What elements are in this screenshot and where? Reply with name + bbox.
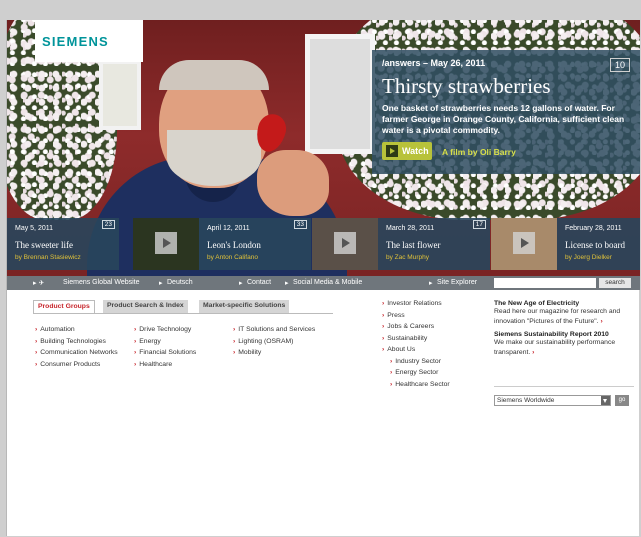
list-item[interactable]: › Energy Sector bbox=[382, 369, 450, 381]
list-item[interactable]: › Energy bbox=[134, 338, 196, 350]
feature-story-panel: /answers – May 26, 2011 10 Thirsty straw… bbox=[372, 50, 640, 174]
siemens-logo[interactable]: SIEMENS bbox=[35, 20, 143, 62]
promo-text: We make our sustainability performance t… bbox=[494, 339, 616, 356]
chevron-down-icon bbox=[601, 396, 610, 405]
search-input[interactable] bbox=[494, 278, 596, 288]
list-item[interactable]: › Press bbox=[382, 312, 450, 324]
list-item[interactable]: › Financial Solutions bbox=[134, 349, 196, 361]
thumb-date: March 28, 2011 bbox=[386, 225, 435, 232]
list-item[interactable]: › Jobs & Careers bbox=[382, 323, 450, 335]
thumb-date: April 12, 2011 bbox=[207, 225, 250, 232]
thumb-image bbox=[491, 218, 557, 270]
promo-heading[interactable]: The New Age of Electricity bbox=[494, 300, 634, 307]
product-column-2: › Drive Technology › Energy › Financial Sol… bbox=[134, 326, 196, 372]
promo-heading[interactable]: Siemens Sustainability Report 2010 bbox=[494, 331, 634, 338]
list-item[interactable]: › Lighting (OSRAM) bbox=[233, 338, 315, 350]
thumb-count: 17 bbox=[472, 220, 486, 229]
hero-banner: SIEMENS /answers – May 26, 2011 10 Thirs… bbox=[7, 20, 640, 276]
chevron-right-icon: ▸ bbox=[239, 280, 243, 287]
product-column-1: › Automation › Building Technologies › Comm… bbox=[35, 326, 118, 372]
play-icon[interactable] bbox=[155, 232, 177, 254]
thumb-title[interactable]: License to board bbox=[565, 240, 625, 250]
thumb-count: 33 bbox=[293, 220, 307, 229]
story-thumb[interactable]: April 12, 2011 33 Leon's London by Anton… bbox=[133, 218, 311, 270]
list-item[interactable]: › Building Technologies bbox=[35, 338, 118, 350]
chevron-right-icon: ▸ bbox=[429, 280, 433, 287]
story-thumbnails: May 5, 2011 23 The sweeter life by Brenn… bbox=[7, 218, 640, 270]
list-item[interactable]: › Mobility bbox=[233, 349, 315, 361]
thumb-image bbox=[312, 218, 378, 270]
thumb-panel: May 5, 2011 23 The sweeter life by Brenn… bbox=[7, 218, 119, 270]
watch-label: Watch bbox=[402, 146, 429, 156]
list-item[interactable]: › Consumer Products bbox=[35, 361, 118, 373]
nav-global-website[interactable]: Siemens Global Website bbox=[63, 279, 140, 286]
play-icon[interactable] bbox=[334, 232, 356, 254]
list-item[interactable]: › Healthcare bbox=[134, 361, 196, 373]
story-thumb[interactable]: March 28, 2011 17 The last flower by Zac… bbox=[312, 218, 490, 270]
country-select[interactable]: Siemens Worldwide bbox=[494, 395, 611, 406]
thumb-author: by Joerg Dielker bbox=[565, 254, 612, 261]
thumb-panel: March 28, 2011 17 The last flower by Zac… bbox=[378, 218, 490, 270]
list-item[interactable]: › Drive Technology bbox=[134, 326, 196, 338]
go-button[interactable]: go bbox=[615, 395, 629, 406]
film-credit: A film by Oli Barry bbox=[442, 147, 516, 157]
divider bbox=[494, 386, 634, 387]
story-title[interactable]: Thirsty strawberries bbox=[382, 74, 551, 99]
thumb-author: by Zac Murphy bbox=[386, 254, 429, 261]
tab-product-groups[interactable]: Product Groups bbox=[33, 300, 95, 313]
product-column-3: › IT Solutions and Services › Lighting (OS… bbox=[233, 326, 315, 361]
chevron-right-icon: ▸ bbox=[159, 280, 163, 287]
nav-contact[interactable]: Contact bbox=[247, 279, 271, 286]
thumb-author: by Brennan Stasiewicz bbox=[15, 254, 81, 261]
globe-icon: ▸ ✈ bbox=[33, 280, 45, 287]
nav-deutsch[interactable]: Deutsch bbox=[167, 279, 193, 286]
corporate-links: › Investor Relations › Press › Jobs & Caree… bbox=[382, 300, 450, 392]
list-item[interactable]: › Automation bbox=[35, 326, 118, 338]
list-item[interactable]: › IT Solutions and Services bbox=[233, 326, 315, 338]
play-icon bbox=[386, 145, 398, 157]
search-button[interactable]: search bbox=[599, 278, 631, 288]
tab-divider bbox=[33, 313, 333, 314]
list-item[interactable]: › Healthcare Sector bbox=[382, 381, 450, 393]
watch-button[interactable]: Watch bbox=[382, 142, 432, 160]
list-item[interactable]: › Investor Relations bbox=[382, 300, 450, 312]
thumb-title[interactable]: The last flower bbox=[386, 240, 440, 250]
thumb-panel: February 28, 2011 License to board by Jo… bbox=[557, 218, 640, 270]
thumb-image bbox=[133, 218, 199, 270]
navigation-bar: ▸ ✈ Siemens Global Website ▸ Deutsch ▸ C… bbox=[7, 276, 640, 290]
promo-sidebar: The New Age of Electricity Read here our… bbox=[494, 300, 634, 406]
chevron-right-icon: ▸ bbox=[285, 280, 289, 287]
promo-text: Read here our magazine for research and … bbox=[494, 308, 621, 325]
thumb-panel: April 12, 2011 33 Leon's London by Anton… bbox=[199, 218, 311, 270]
play-icon[interactable] bbox=[513, 232, 535, 254]
thumb-author: by Anton Califano bbox=[207, 254, 258, 261]
thumb-count: 23 bbox=[101, 220, 115, 229]
list-item[interactable]: › About Us bbox=[382, 346, 450, 358]
story-count-badge: 10 bbox=[609, 58, 630, 72]
tab-market-solutions[interactable]: Market-specific Solutions bbox=[199, 300, 290, 313]
story-description: One basket of strawberries needs 12 gall… bbox=[382, 103, 625, 135]
thumb-title[interactable]: Leon's London bbox=[207, 240, 261, 250]
story-thumb[interactable]: February 28, 2011 License to board by Jo… bbox=[491, 218, 640, 270]
list-item[interactable]: › Sustainability bbox=[382, 335, 450, 347]
tab-product-search[interactable]: Product Search & Index bbox=[103, 300, 188, 313]
browser-page: SIEMENS /answers – May 26, 2011 10 Thirs… bbox=[6, 20, 640, 536]
nav-site-explorer[interactable]: Site Explorer bbox=[437, 279, 477, 286]
thumb-date: February 28, 2011 bbox=[565, 225, 622, 232]
list-item[interactable]: › Industry Sector bbox=[382, 358, 450, 370]
thumb-date: May 5, 2011 bbox=[15, 225, 54, 232]
nav-social-media[interactable]: Social Media & Mobile bbox=[293, 279, 362, 286]
story-kicker: /answers – May 26, 2011 bbox=[382, 58, 486, 68]
logo-text: SIEMENS bbox=[42, 34, 109, 49]
list-item[interactable]: › Communication Networks bbox=[35, 349, 118, 361]
thumb-title[interactable]: The sweeter life bbox=[15, 240, 73, 250]
main-content: Product Groups Product Search & Index Ma… bbox=[7, 290, 640, 536]
